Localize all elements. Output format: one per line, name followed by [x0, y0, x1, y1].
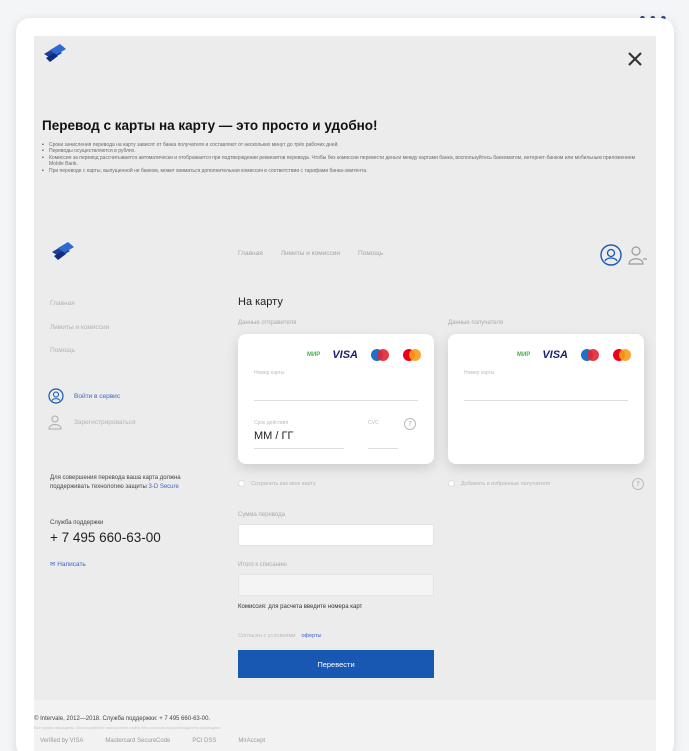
sender-label: Данные отправителя	[238, 320, 297, 326]
close-icon[interactable]	[620, 44, 650, 74]
security-badges: Verified by VISA Mastercard SecureCode P…	[40, 738, 265, 744]
nav-link-home[interactable]: Главная	[238, 250, 263, 257]
register-label: Зарегистрироваться	[74, 418, 136, 426]
agree-text: Согласен с условиями	[238, 633, 296, 639]
receiver-label: Данные получателя	[448, 320, 504, 326]
receiver-card-number-label: Номер карты	[464, 370, 495, 376]
sender-card: МИР VISA Номер карты Срок действия CVC М…	[238, 334, 434, 464]
write-link[interactable]: ✉ Написать	[50, 560, 86, 568]
visa-logo: VISA	[332, 349, 358, 361]
save-card-checkbox[interactable]: Сохранить как мою карту	[238, 480, 316, 487]
login-label: Войти в сервис	[74, 392, 121, 400]
add-favorites-checkbox[interactable]: Добавить в избранные получателя	[448, 480, 550, 487]
logo-text	[76, 47, 78, 61]
miraccept-badge: MirAccept	[238, 738, 266, 744]
login-user-icon[interactable]	[600, 244, 622, 266]
mastercard-securecode-badge: Mastercard SecureCode	[105, 738, 171, 744]
commission-note: Комиссия: для расчета введите номера кар…	[238, 604, 363, 610]
register-user-icon[interactable]	[628, 244, 648, 266]
company-logo	[42, 44, 78, 64]
form-heading: На карту	[238, 296, 283, 308]
add-favorites-label: Добавить в избранные получателя	[461, 480, 550, 487]
nav-link-limits[interactable]: Лимиты и комиссии	[281, 250, 340, 257]
legal-text: Все права защищены. Использование матери…	[34, 725, 222, 730]
expiry-input[interactable]: ММ / ГГ	[254, 430, 293, 442]
3d-secure-link[interactable]: 3-D Secure	[149, 484, 179, 490]
expiry-label: Срок действия	[254, 420, 289, 426]
user-circle-icon	[48, 388, 64, 404]
maestro-icon	[371, 349, 389, 361]
total-label: Итого к списанию	[238, 562, 287, 568]
card-brands: МИР VISA	[307, 348, 422, 362]
logo-mark-icon	[52, 242, 74, 260]
checkbox-circle-icon	[238, 480, 245, 487]
verified-by-visa-badge: Verified by VISA	[40, 738, 84, 744]
sidebar-register[interactable]: Зарегистрироваться	[48, 414, 135, 430]
receiver-card: МИР VISA Номер карты	[448, 334, 644, 464]
save-card-label: Сохранить как мою карту	[251, 480, 316, 487]
mir-logo: МИР	[307, 352, 321, 358]
logo-mark-icon	[44, 44, 66, 62]
checkbox-circle-icon	[448, 480, 455, 487]
cvc-info-icon[interactable]: ?	[404, 418, 416, 430]
agree-checkbox[interactable]: Согласен с условиями оферты	[238, 633, 322, 639]
nav-link-help[interactable]: Помощь	[358, 250, 383, 257]
mir-logo: МИР	[517, 352, 531, 358]
sidebar-link-home[interactable]: Главная	[50, 300, 75, 307]
page-title: Перевод с карты на карту — это просто и …	[42, 118, 378, 133]
offer-link[interactable]: оферты	[301, 633, 321, 639]
receiver-card-number-input[interactable]	[464, 400, 628, 401]
card-number-input[interactable]	[254, 400, 418, 401]
visa-logo: VISA	[542, 349, 568, 361]
footer: © Intervale, 2012—2018. Служба поддержки…	[34, 700, 656, 751]
mastercard-icon	[403, 349, 421, 361]
top-nav: Главная Лимиты и комиссии Помощь	[238, 250, 383, 257]
logo-text	[84, 245, 86, 259]
write-label: Написать	[57, 561, 86, 568]
cvc-input[interactable]	[368, 448, 398, 449]
service-logo[interactable]	[50, 242, 86, 262]
favorites-info-icon[interactable]: ?	[632, 478, 644, 490]
bullet-item: При переводе с карты, выпущенной не банк…	[42, 168, 642, 175]
total-field	[238, 574, 434, 596]
transfer-button[interactable]: Перевести	[238, 650, 434, 678]
copyright: © Intervale, 2012—2018. Служба поддержки…	[34, 716, 211, 722]
amount-label: Сумма перевода	[238, 512, 285, 518]
transfer-page: Перевод с карты на карту — это просто и …	[34, 36, 656, 751]
sidebar-link-help[interactable]: Помощь	[50, 347, 75, 354]
browser-frame: Перевод с карты на карту — это просто и …	[16, 18, 674, 751]
pci-dss-badge: PCI DSS	[192, 738, 217, 744]
cvc-label: CVC	[368, 420, 379, 426]
secure-hint: Для совершения перевода ваша карта должн…	[50, 474, 190, 492]
card-brands: МИР VISA	[517, 348, 632, 362]
support-label: Служба поддержки	[50, 520, 104, 526]
amount-input[interactable]	[238, 524, 434, 546]
user-add-icon	[48, 415, 62, 430]
maestro-icon	[581, 349, 599, 361]
card-number-label: Номер карты	[254, 370, 285, 376]
support-phone: + 7 495 660-63-00	[50, 530, 161, 545]
info-bullets: Сроки зачисления перевода на карту завис…	[42, 142, 642, 174]
expiry-underline	[254, 448, 344, 449]
mastercard-icon	[613, 349, 631, 361]
bullet-item: Комиссия за перевод рассчитывается автом…	[42, 155, 642, 168]
sidebar-link-limits[interactable]: Лимиты и комиссии	[50, 324, 109, 331]
sidebar-login[interactable]: Войти в сервис	[48, 388, 120, 404]
